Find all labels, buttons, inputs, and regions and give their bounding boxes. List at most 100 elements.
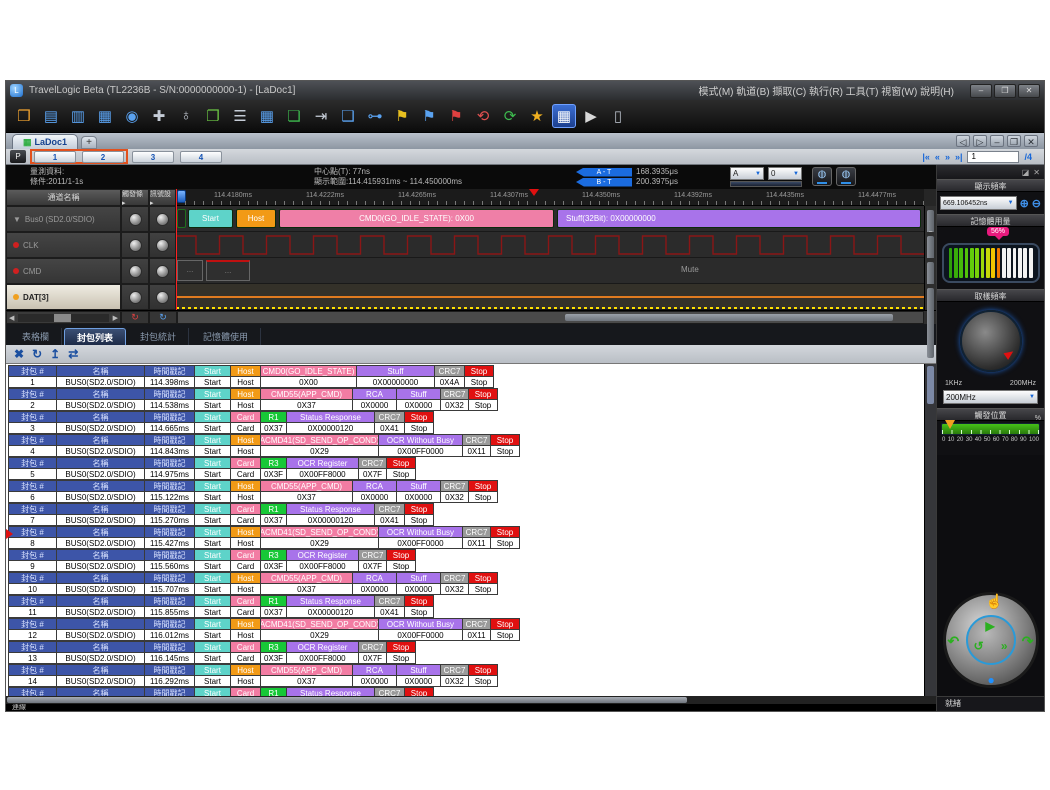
cmd-segment-2[interactable]: … — [206, 260, 250, 281]
waveform-hscrollbar[interactable] — [177, 311, 924, 324]
waveform-vscrollbar[interactable] — [924, 232, 936, 258]
cursor-line[interactable] — [176, 189, 177, 310]
page-button-2[interactable]: 2 — [82, 151, 124, 163]
signal-setting-button[interactable] — [149, 206, 176, 232]
wave-lane-2[interactable]: ……Mute — [176, 258, 924, 284]
menu-bar[interactable]: 模式(M) 軌道(B) 擷取(C) 執行(R) 工具(T) 視窗(W) 說明(H… — [698, 83, 954, 98]
packet-data-row[interactable]: 1BUS0(SD2.0/SDIO)114.398msStartHost0X000… — [8, 377, 924, 388]
channel-label-clk[interactable]: CLK — [6, 232, 121, 258]
camera-icon[interactable]: ◉ — [120, 104, 144, 128]
favorite-icon[interactable]: ★ — [525, 104, 549, 128]
cursor-select-a[interactable]: A▼ — [730, 167, 764, 180]
packet-data-row[interactable]: 6BUS0(SD2.0/SDIO)115.122msStartHost0X370… — [8, 492, 924, 503]
waveform-vscrollbar[interactable] — [924, 284, 936, 310]
sample-rate-knob[interactable] — [960, 310, 1022, 372]
packet-data-row[interactable]: 3BUS0(SD2.0/SDIO)114.665msStartCard0X370… — [8, 423, 924, 434]
time-scale-select[interactable]: 669.106452ns▼ — [940, 196, 1017, 210]
maximize-button[interactable]: ❐ — [994, 84, 1016, 98]
zoom-out-icon[interactable]: ⊖ — [1032, 197, 1041, 210]
zoom-back-icon[interactable]: ⟲ — [471, 104, 495, 128]
tab-ladoc1[interactable]: ▦ LaDoc1 — [12, 134, 78, 149]
pan-left-icon[interactable]: ↶ — [948, 633, 960, 650]
bulb-b-button[interactable]: ◍ — [836, 167, 856, 186]
tab-prev-button[interactable]: ◁ — [956, 135, 970, 147]
page-button-1[interactable]: 1 — [34, 151, 76, 163]
expand-icon[interactable]: ▼ — [13, 215, 21, 224]
wave-lane-1[interactable] — [176, 232, 924, 258]
navigation-pad[interactable]: ☝ ↶ ↷ ▶ ↺ » ● — [943, 592, 1039, 688]
decode-lead-block[interactable] — [177, 209, 186, 228]
mdi-minimize-button[interactable]: – — [990, 135, 1004, 147]
loop-icon[interactable]: ↺ — [974, 639, 984, 653]
save-as-icon[interactable]: ▥ — [66, 104, 90, 128]
trigger-position-slider[interactable]: % — [941, 423, 1040, 435]
packet-data-row[interactable]: 5BUS0(SD2.0/SDIO)114.975msStartCard0X3F0… — [8, 469, 924, 480]
flag-a-icon[interactable]: ⚑ — [390, 104, 414, 128]
export-packets-button[interactable]: ↥ — [50, 347, 60, 361]
page-button-4[interactable]: 4 — [180, 151, 222, 163]
trigger-setting-button[interactable] — [121, 258, 149, 284]
collapse-packets-button[interactable]: ✖ — [14, 347, 24, 361]
mdi-close-button[interactable]: ✕ — [1024, 135, 1038, 147]
page-number-input[interactable] — [967, 151, 1019, 163]
packet-data-row[interactable]: 8BUS0(SD2.0/SDIO)115.427msStartHost0X290… — [8, 538, 924, 549]
tab-表格欄[interactable]: 表格欄 — [10, 328, 62, 345]
vscroll-thumb[interactable] — [927, 288, 934, 358]
nav-first-button[interactable]: |« — [922, 152, 930, 162]
nav-last-button[interactable]: »| — [955, 152, 963, 162]
panel-close-icon[interactable]: ✕ — [1033, 168, 1040, 177]
video-player-icon[interactable]: ▶ — [579, 104, 603, 128]
packet-data-row[interactable]: 13BUS0(SD2.0/SDIO)116.145msStartCard0X3F… — [8, 653, 924, 664]
play-icon[interactable]: ▶ — [986, 619, 995, 633]
wave-lane-0[interactable]: StartHostCMD0(GO_IDLE_STATE): 0X00Stuff(… — [176, 206, 924, 232]
trigger-setting-button[interactable] — [121, 206, 149, 232]
trigger-setting-button[interactable] — [121, 232, 149, 258]
panel-pin-icon[interactable]: ◪ — [1022, 168, 1030, 177]
time-ruler[interactable]: 114.4180ms114.4222ms114.4265ms114.4307ms… — [176, 189, 924, 206]
film-grid-icon[interactable]: ▦ — [552, 104, 576, 128]
probe-icon[interactable]: ♁ — [174, 104, 198, 128]
column-header-signal[interactable]: 訊號設 ▸ — [149, 189, 176, 206]
signal-setting-button[interactable] — [149, 232, 176, 258]
column-header-trigger[interactable]: 觸發條 ▸ — [121, 189, 149, 206]
window-icon[interactable]: ❏ — [282, 104, 306, 128]
open-folder-icon[interactable]: ❒ — [12, 104, 36, 128]
channel-label-bus0-sd2-0-sdio-[interactable]: ▼Bus0 (SD2.0/SDIO) — [6, 206, 121, 232]
minimize-button[interactable]: – — [970, 84, 992, 98]
zoom-in-icon[interactable]: ⊕ — [1020, 197, 1029, 210]
decode-host-block[interactable]: Host — [236, 209, 276, 228]
tools-icon[interactable]: ✚ — [147, 104, 171, 128]
packet-data-row[interactable]: 2BUS0(SD2.0/SDIO)114.538msStartHost0X370… — [8, 400, 924, 411]
waveform-vscrollbar[interactable]: ≡ — [924, 206, 936, 232]
nav-next-button[interactable]: » — [945, 152, 950, 162]
packet-data-row[interactable]: 12BUS0(SD2.0/SDIO)116.012msStartHost0X29… — [8, 630, 924, 641]
trigger-slider-thumb[interactable] — [945, 420, 955, 429]
close-button[interactable]: ✕ — [1018, 84, 1040, 98]
save-config-icon[interactable]: ▦ — [93, 104, 117, 128]
nav-inner-circle[interactable]: ▶ ↺ » — [966, 615, 1016, 665]
waveform-vscrollbar[interactable] — [924, 258, 936, 284]
memory-stack-icon[interactable]: ☰ — [228, 104, 252, 128]
tab-封包列表[interactable]: 封包列表 — [64, 328, 126, 345]
sync-packets-button[interactable]: ↻ — [32, 347, 42, 361]
decode-cmd-block[interactable]: CMD0(GO_IDLE_STATE): 0X00 — [279, 209, 554, 228]
rescan-b-button[interactable]: ↻ — [149, 311, 177, 324]
packet-data-row[interactable]: 9BUS0(SD2.0/SDIO)115.560msStartCard0X3F0… — [8, 561, 924, 572]
new-tab-button[interactable]: + — [81, 136, 97, 149]
channel-label-cmd[interactable]: CMD — [6, 258, 121, 284]
cmd-segment-1[interactable]: … — [177, 260, 203, 281]
wave-lane-3[interactable] — [176, 284, 924, 310]
image-cards-icon[interactable]: ❑ — [336, 104, 360, 128]
fast-forward-icon[interactable]: » — [1001, 639, 1008, 653]
table-hscrollbar[interactable] — [6, 696, 936, 704]
tab-next-button[interactable]: ▷ — [973, 135, 987, 147]
globe-icon[interactable]: ● — [988, 673, 995, 687]
insert-signal-icon[interactable]: ⇥ — [309, 104, 333, 128]
signal-setting-button[interactable] — [149, 284, 176, 310]
hand-tool-icon[interactable]: ☝ — [986, 593, 1003, 610]
decode-start-block[interactable]: Start — [188, 209, 233, 228]
sample-rate-select[interactable]: 200MHz▼ — [943, 390, 1038, 404]
channel-list-scrollbar[interactable]: ◀▶ — [6, 311, 121, 324]
usb-device-icon[interactable]: ▯ — [606, 104, 630, 128]
cursor-select-0[interactable]: 0▼ — [768, 167, 802, 180]
